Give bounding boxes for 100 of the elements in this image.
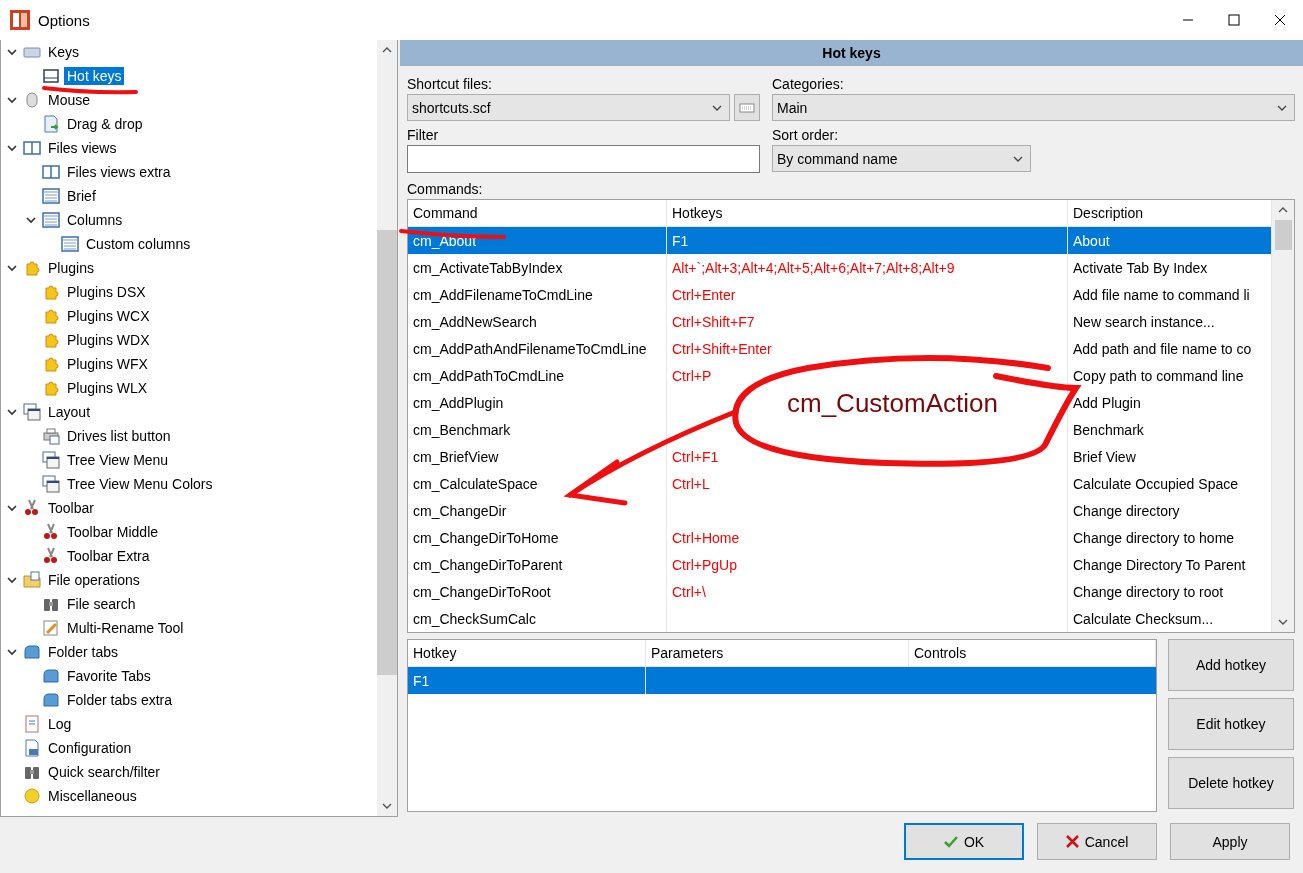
shortcut-files-dropdown[interactable]: shortcuts.scf xyxy=(407,94,730,121)
table-cell[interactable]: cm_AddPathAndFilenameToCmdLine xyxy=(408,335,667,362)
table-cell[interactable]: Ctrl+Shift+F7 xyxy=(667,308,1068,335)
tree-item[interactable]: Keys xyxy=(45,43,83,61)
annotation-text: cm_CustomAction xyxy=(787,388,998,419)
scroll-thumb[interactable] xyxy=(377,230,397,675)
table-cell[interactable]: Alt+`;Alt+3;Alt+4;Alt+5;Alt+6;Alt+7;Alt+8;Alt+9 xyxy=(667,254,1068,281)
printer-icon xyxy=(42,427,60,445)
scroll-thumb[interactable] xyxy=(1274,220,1292,250)
categories-dropdown[interactable]: Main xyxy=(772,94,1295,121)
tree-item[interactable]: Tree View Menu Colors xyxy=(64,475,216,493)
tree-item[interactable]: Columns xyxy=(64,211,126,229)
table-cell[interactable]: F1 xyxy=(667,227,1068,254)
table-cell[interactable]: Ctrl+\ xyxy=(667,578,1068,605)
tree-item[interactable]: Hot keys xyxy=(64,67,125,85)
table-cell[interactable]: Ctrl+Home xyxy=(667,524,1068,551)
window-icon xyxy=(23,403,41,421)
table-cell[interactable]: cm_CheckSumCalc xyxy=(408,605,667,632)
tree-item[interactable]: Log xyxy=(45,715,75,733)
tree-item[interactable]: Favorite Tabs xyxy=(64,667,154,685)
grid-icon xyxy=(42,211,60,229)
field-label: Commands: xyxy=(407,181,484,197)
close-icon[interactable] xyxy=(1274,14,1286,26)
table-cell[interactable]: cm_ChangeDirToParent xyxy=(408,551,667,578)
field-label: Shortcut files: xyxy=(407,76,493,92)
table-cell[interactable]: Ctrl+L xyxy=(667,470,1068,497)
tree-item[interactable]: Plugins WCX xyxy=(64,307,153,325)
table-cell[interactable]: Ctrl+PgUp xyxy=(667,551,1068,578)
pencil-icon xyxy=(42,619,60,637)
table-cell[interactable]: cm_ChangeDir xyxy=(408,497,667,524)
field-label: Categories: xyxy=(772,76,845,92)
table-cell[interactable]: Ctrl+Shift+Enter xyxy=(667,335,1068,362)
tree-item[interactable]: Toolbar Middle xyxy=(64,523,162,541)
field-label: Sort order: xyxy=(772,127,840,143)
table-cell[interactable]: cm_AddPlugin xyxy=(408,389,667,416)
apply-button[interactable]: Apply xyxy=(1170,823,1290,860)
puzzle-icon xyxy=(42,355,60,373)
cancel-button[interactable]: Cancel xyxy=(1037,823,1157,860)
table-cell[interactable]: cm_ChangeDirToRoot xyxy=(408,578,667,605)
tree-item[interactable]: Files views extra xyxy=(64,163,174,181)
table-cell[interactable]: cm_About xyxy=(408,227,667,254)
scrollbar[interactable] xyxy=(1272,200,1294,632)
window-icon xyxy=(42,475,60,493)
scissors-icon xyxy=(42,523,60,541)
scissors-icon xyxy=(23,499,41,517)
tree-item[interactable]: Folder tabs extra xyxy=(64,691,176,709)
ok-button[interactable]: OK xyxy=(904,823,1024,860)
tree-item[interactable]: Toolbar Extra xyxy=(64,547,153,565)
tree-item[interactable]: Drives list button xyxy=(64,427,174,445)
tree-item[interactable]: Drag & drop xyxy=(64,115,146,133)
close-icon xyxy=(1065,835,1079,848)
table-cell[interactable]: About xyxy=(1068,227,1272,254)
table-cell[interactable]: cm_ChangeDirToHome xyxy=(408,524,667,551)
filter-field[interactable] xyxy=(407,145,760,173)
scissors-icon xyxy=(42,547,60,565)
tree-item[interactable]: Plugins WLX xyxy=(64,379,151,397)
tree-item[interactable]: Plugins DSX xyxy=(64,283,149,301)
puzzle-icon xyxy=(42,283,60,301)
grid-icon xyxy=(61,235,79,253)
table-cell[interactable]: Ctrl+F1 xyxy=(667,443,1068,470)
tree-item[interactable]: Multi-Rename Tool xyxy=(64,619,187,637)
tree-item[interactable]: Custom columns xyxy=(83,235,194,253)
tree-item[interactable]: Configuration xyxy=(45,739,135,757)
app-logo-icon xyxy=(10,10,30,30)
sort-order-dropdown[interactable]: By command name xyxy=(772,145,1031,172)
page-icon xyxy=(42,115,60,133)
puzzle-icon xyxy=(42,331,60,349)
hotkey-button[interactable]: Edit hotkey xyxy=(1168,698,1294,750)
tree-item[interactable]: Plugins WFX xyxy=(64,355,151,373)
hotkey-button[interactable]: Delete hotkey xyxy=(1168,757,1294,809)
scrollbar[interactable] xyxy=(377,40,397,816)
tree-item[interactable]: Toolbar xyxy=(45,499,97,517)
tree-item[interactable]: File operations xyxy=(45,571,143,589)
hotkey-button[interactable]: Add hotkey xyxy=(1168,639,1294,691)
window-title: Options xyxy=(38,11,90,29)
puzzle-icon xyxy=(23,259,41,277)
tree-item[interactable]: Tree View Menu xyxy=(64,451,172,469)
grid-icon xyxy=(42,187,60,205)
ball-icon xyxy=(23,787,41,805)
tree-item[interactable]: Plugins xyxy=(45,259,97,277)
tree-item[interactable]: Folder tabs xyxy=(45,643,122,661)
tree-item[interactable]: Mouse xyxy=(45,91,94,109)
tree-item[interactable]: Plugins WDX xyxy=(64,331,153,349)
maximize-icon[interactable] xyxy=(1228,14,1240,26)
hotkey-row[interactable]: F1 xyxy=(408,667,1156,694)
table-cell[interactable]: cm_BriefView xyxy=(408,443,667,470)
table-cell[interactable]: cm_Benchmark xyxy=(408,416,667,443)
tree-item[interactable]: Quick search/filter xyxy=(45,763,164,781)
table-cell[interactable]: Ctrl+P xyxy=(667,362,1068,389)
table-cell[interactable]: Ctrl+Enter xyxy=(667,281,1068,308)
table-cell[interactable]: cm_CalculateSpace xyxy=(408,470,667,497)
tree-item[interactable]: Files views xyxy=(45,139,120,157)
tree-item[interactable]: File search xyxy=(64,595,139,613)
table-cell[interactable]: cm_AddPathToCmdLine xyxy=(408,362,667,389)
tree-item[interactable]: Brief xyxy=(64,187,99,205)
table-cell[interactable]: cm_ActivateTabByIndex xyxy=(408,254,667,281)
table-cell[interactable]: cm_AddFilenameToCmdLine xyxy=(408,281,667,308)
tree-item[interactable]: Layout xyxy=(45,403,94,421)
tree-item[interactable]: Miscellaneous xyxy=(45,787,140,805)
table-cell[interactable]: cm_AddNewSearch xyxy=(408,308,667,335)
